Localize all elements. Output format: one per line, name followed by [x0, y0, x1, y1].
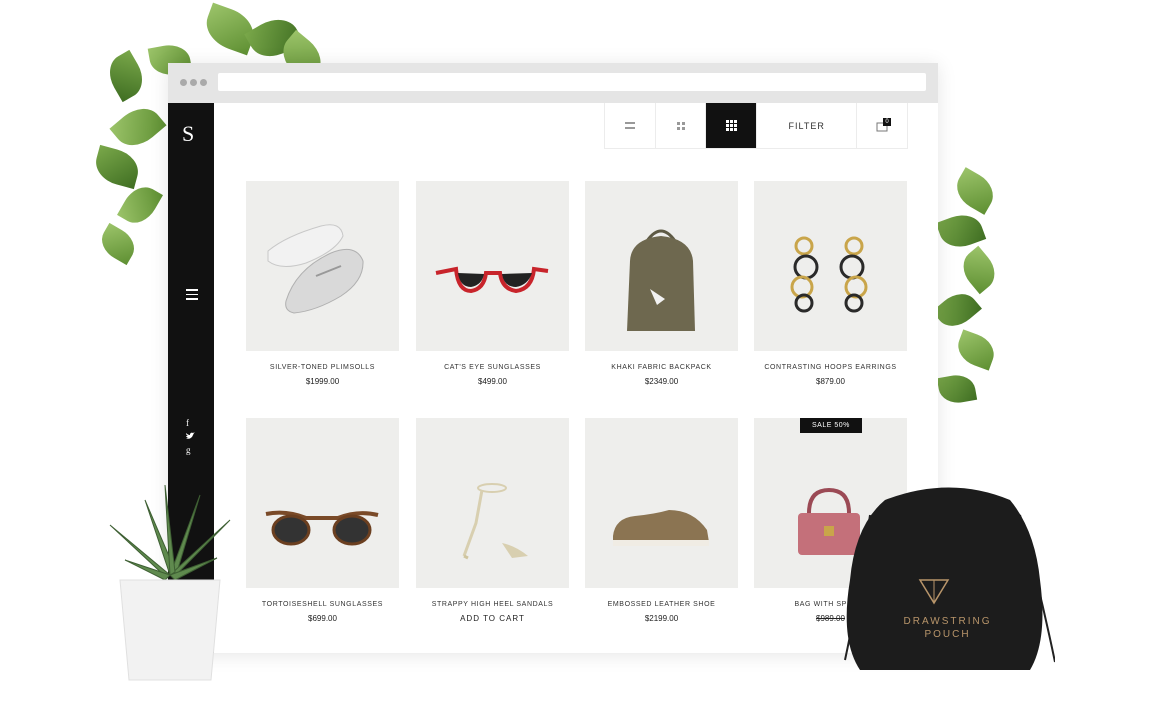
cart-count-badge: 0: [883, 118, 891, 126]
pouch-label-line-1: DRAWSTRING: [903, 616, 992, 627]
logo[interactable]: S: [182, 121, 194, 147]
product-image[interactable]: [416, 181, 569, 351]
product-name[interactable]: EMBOSSED LEATHER SHOE: [585, 601, 738, 608]
product-price: $1999.00: [305, 377, 340, 386]
add-to-cart-button[interactable]: ADD TO CART: [416, 614, 569, 623]
product-image[interactable]: [416, 418, 569, 588]
grid-large-view-button[interactable]: [706, 103, 758, 148]
browser-titlebar: [168, 63, 938, 103]
product-name[interactable]: STRAPPY HIGH HEEL SANDALS: [416, 601, 569, 608]
filter-button[interactable]: FILTER: [757, 103, 858, 148]
product-card[interactable]: SILVER-TONED PLIMSOLLS $1999.00: [246, 181, 399, 386]
product-name[interactable]: SILVER-TONED PLIMSOLLS: [246, 364, 399, 371]
pouch-label-line-2: POUCH: [924, 629, 971, 640]
product-card[interactable]: CAT'S EYE SUNGLASSES $499.00: [416, 181, 569, 386]
window-dot-icon[interactable]: [200, 79, 207, 86]
drawstring-pouch-decoration: DRAWSTRING POUCH: [840, 470, 1055, 680]
sale-badge: SALE 50%: [800, 418, 862, 433]
product-card[interactable]: CONTRASTING HOOPS EARRINGS $879.00: [754, 181, 907, 386]
grid-small-view-button[interactable]: [656, 103, 707, 148]
view-toolbar: FILTER 0: [604, 103, 908, 149]
plant-right-decoration: [932, 167, 1015, 440]
product-image[interactable]: [585, 181, 738, 351]
product-price: $879.00: [816, 377, 845, 386]
cart-button[interactable]: 0: [857, 103, 907, 148]
product-image[interactable]: [585, 418, 738, 588]
twitter-icon[interactable]: [186, 432, 195, 442]
filter-label: FILTER: [788, 120, 825, 131]
product-name[interactable]: TORTOISESHELL SUNGLASSES: [246, 601, 399, 608]
address-bar[interactable]: [218, 73, 926, 91]
product-price: $2349.00: [644, 377, 679, 386]
potted-plant-decoration: [105, 480, 235, 690]
product-card[interactable]: STRAPPY HIGH HEEL SANDALS ADD TO CART: [416, 418, 569, 623]
product-image[interactable]: [246, 418, 399, 588]
product-name[interactable]: CONTRASTING HOOPS EARRINGS: [754, 364, 907, 371]
facebook-icon[interactable]: f: [186, 418, 189, 428]
menu-icon[interactable]: [186, 289, 198, 300]
product-image[interactable]: [754, 181, 907, 351]
product-image[interactable]: [246, 181, 399, 351]
product-card[interactable]: TORTOISESHELL SUNGLASSES $699.00: [246, 418, 399, 623]
product-name[interactable]: KHAKI FABRIC BACKPACK: [585, 364, 738, 371]
product-name[interactable]: CAT'S EYE SUNGLASSES: [416, 364, 569, 371]
window-dot-icon[interactable]: [180, 79, 187, 86]
grid-2-view-icon: [676, 121, 685, 130]
window-dot-icon[interactable]: [190, 79, 197, 86]
grid-3-view-icon: [725, 120, 737, 131]
product-price: $2199.00: [644, 614, 679, 623]
product-card[interactable]: EMBOSSED LEATHER SHOE $2199.00: [585, 418, 738, 623]
google-plus-icon[interactable]: g: [186, 445, 191, 455]
product-price: $499.00: [478, 377, 507, 386]
list-view-button[interactable]: [605, 103, 656, 148]
list-view-icon: [624, 121, 635, 129]
product-price: $699.00: [308, 614, 337, 623]
product-card[interactable]: KHAKI FABRIC BACKPACK $2349.00: [585, 181, 738, 386]
